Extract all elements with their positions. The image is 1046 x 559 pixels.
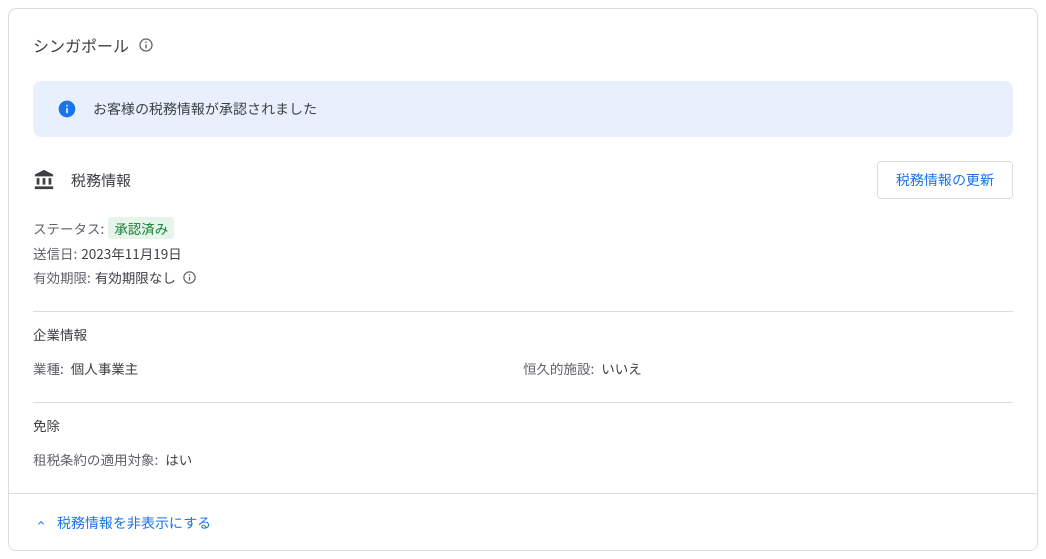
business-type-line: 業種: 個人事業主 [33,358,523,378]
tax-treaty-label: 租税条約の適用対象: [33,449,158,469]
status-label: ステータス: [33,218,104,238]
company-info-row: 業種: 個人事業主 恒久的施設: いいえ [33,358,1013,378]
company-info-title: 企業情報 [33,324,1013,344]
tax-section-header: 税務情報 税務情報の更新 [33,161,1013,199]
permanent-establishment-label: 恒久的施設: [523,358,594,378]
card-footer: 税務情報を非表示にする [9,493,1037,550]
header-row: シンガポール [33,33,1013,57]
card-body: シンガポール お客様の税務情報が承認されました 税務情報 税務情報の更新 ステー… [9,9,1037,493]
tax-section-header-left: 税務情報 [33,169,131,191]
permanent-establishment-line: 恒久的施設: いいえ [523,358,1013,378]
expiry-value: 有効期限なし [95,267,176,287]
divider [33,402,1013,403]
submitted-value: 2023年11月19日 [81,243,181,263]
info-filled-icon [57,99,77,119]
status-line: ステータス: 承認済み [33,217,1013,239]
divider [33,311,1013,312]
country-title: シンガポール [33,33,129,57]
bank-icon [33,169,55,191]
chevron-up-icon [33,515,49,531]
info-icon[interactable] [137,36,155,54]
business-type-value: 個人事業主 [71,358,139,378]
expiry-label: 有効期限: [33,267,91,287]
alert-message: お客様の税務情報が承認されました [93,99,317,119]
exemption-title: 免除 [33,415,1013,435]
permanent-establishment-col: 恒久的施設: いいえ [523,358,1013,378]
status-badge: 承認済み [108,217,174,239]
tax-section-title: 税務情報 [71,170,131,191]
submitted-label: 送信日: [33,243,77,263]
tax-info-card: シンガポール お客様の税務情報が承認されました 税務情報 税務情報の更新 ステー… [8,8,1038,551]
alert-banner: お客様の税務情報が承認されました [33,81,1013,137]
expiry-line: 有効期限: 有効期限なし [33,267,1013,287]
business-type-label: 業種: [33,358,64,378]
submitted-line: 送信日: 2023年11月19日 [33,243,1013,263]
collapse-tax-info-button[interactable]: 税務情報を非表示にする [33,513,211,533]
tax-treaty-value: はい [165,449,192,469]
update-tax-info-button[interactable]: 税務情報の更新 [877,161,1013,199]
collapse-label: 税務情報を非表示にする [57,513,211,533]
expiry-info-icon[interactable] [182,269,198,285]
permanent-establishment-value: いいえ [601,358,642,378]
business-type-col: 業種: 個人事業主 [33,358,523,378]
tax-treaty-line: 租税条約の適用対象: はい [33,449,1013,469]
